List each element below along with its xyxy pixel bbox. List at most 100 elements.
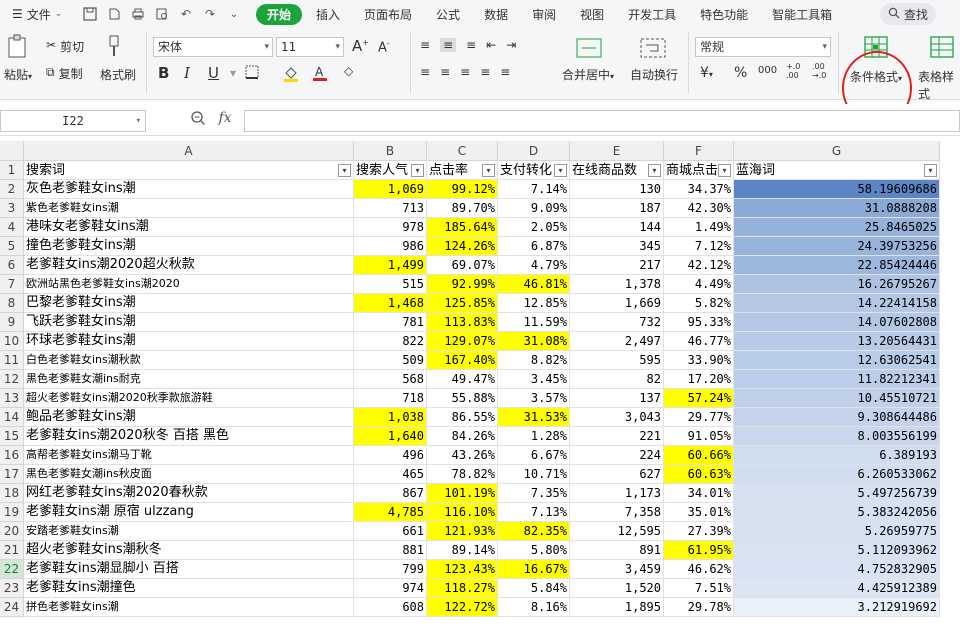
row-header[interactable]: 15: [0, 427, 24, 446]
data-cell[interactable]: 9.308644486: [734, 408, 940, 427]
align-left-icon[interactable]: ≡: [420, 65, 430, 79]
data-cell[interactable]: 224: [570, 446, 664, 465]
search-term-cell[interactable]: 飞跃老爹鞋女ins潮: [24, 313, 354, 332]
data-cell[interactable]: 881: [354, 541, 427, 560]
search-term-cell[interactable]: 安踏老爹鞋女ins潮: [24, 522, 354, 541]
export-icon[interactable]: [106, 6, 122, 22]
percent-button[interactable]: %: [734, 65, 747, 81]
data-cell[interactable]: 3.45%: [498, 370, 570, 389]
wrap-text-icon[interactable]: [640, 36, 666, 63]
data-cell[interactable]: 595: [570, 351, 664, 370]
tab-view[interactable]: 视图: [570, 4, 614, 25]
row-header[interactable]: 6: [0, 256, 24, 275]
data-cell[interactable]: 6.87%: [498, 237, 570, 256]
print-preview-icon[interactable]: [154, 6, 170, 22]
bold-button[interactable]: B: [158, 64, 169, 82]
filter-dropdown-icon[interactable]: ▾: [718, 164, 731, 177]
data-cell[interactable]: 608: [354, 598, 427, 617]
increase-font-icon[interactable]: A+: [352, 37, 369, 55]
data-cell[interactable]: 1,038: [354, 408, 427, 427]
header-cell[interactable]: 在线商品数 ▾: [570, 161, 664, 180]
data-cell[interactable]: 43.26%: [427, 446, 498, 465]
undo-icon[interactable]: ↶: [178, 6, 194, 22]
data-cell[interactable]: 144: [570, 218, 664, 237]
data-cell[interactable]: 116.10%: [427, 503, 498, 522]
tab-smart-toolbox[interactable]: 智能工具箱: [762, 4, 842, 25]
file-menu[interactable]: ☰ 文件 ⌄: [0, 6, 78, 23]
data-cell[interactable]: 14.07602808: [734, 313, 940, 332]
data-cell[interactable]: 46.77%: [664, 332, 734, 351]
format-painter-label[interactable]: 格式刷: [100, 66, 136, 83]
data-cell[interactable]: 1.28%: [498, 427, 570, 446]
paste-button[interactable]: [6, 34, 30, 63]
row-header[interactable]: 4: [0, 218, 24, 237]
wrap-text-button[interactable]: 自动换行: [630, 66, 678, 83]
data-cell[interactable]: 496: [354, 446, 427, 465]
data-cell[interactable]: 130: [570, 180, 664, 199]
search-term-cell[interactable]: 超火老爹鞋女ins潮秋冬: [24, 541, 354, 560]
row-header[interactable]: 9: [0, 313, 24, 332]
data-cell[interactable]: 1,895: [570, 598, 664, 617]
row-header[interactable]: 24: [0, 598, 24, 617]
data-cell[interactable]: 124.26%: [427, 237, 498, 256]
insert-function-button[interactable]: fx: [218, 110, 231, 126]
row-header[interactable]: 3: [0, 199, 24, 218]
thousands-separator-button[interactable]: 000: [758, 65, 777, 76]
data-cell[interactable]: 82.35%: [498, 522, 570, 541]
data-cell[interactable]: 99.12%: [427, 180, 498, 199]
data-cell[interactable]: 986: [354, 237, 427, 256]
data-cell[interactable]: 34.01%: [664, 484, 734, 503]
data-cell[interactable]: 465: [354, 465, 427, 484]
header-cell[interactable]: 商城点击 ▾: [664, 161, 734, 180]
data-cell[interactable]: 25.8465025: [734, 218, 940, 237]
number-format-select[interactable]: 常规 ▾: [695, 37, 831, 57]
row-header[interactable]: 19: [0, 503, 24, 522]
search-term-cell[interactable]: 撞色老爹鞋女ins潮: [24, 237, 354, 256]
row-header[interactable]: 11: [0, 351, 24, 370]
data-cell[interactable]: 3.212919692: [734, 598, 940, 617]
align-right-icon[interactable]: ≡: [460, 65, 470, 79]
currency-button[interactable]: ¥▾: [700, 65, 713, 81]
data-cell[interactable]: 1.49%: [664, 218, 734, 237]
data-cell[interactable]: 29.77%: [664, 408, 734, 427]
data-cell[interactable]: 89.14%: [427, 541, 498, 560]
data-cell[interactable]: 185.64%: [427, 218, 498, 237]
search-term-cell[interactable]: 超火老爹鞋女ins潮2020秋季款旅游鞋: [24, 389, 354, 408]
data-cell[interactable]: 122.72%: [427, 598, 498, 617]
data-cell[interactable]: 799: [354, 560, 427, 579]
data-cell[interactable]: 89.70%: [427, 199, 498, 218]
data-cell[interactable]: 27.39%: [664, 522, 734, 541]
data-cell[interactable]: 31.53%: [498, 408, 570, 427]
data-cell[interactable]: 46.81%: [498, 275, 570, 294]
data-cell[interactable]: 5.383242056: [734, 503, 940, 522]
data-cell[interactable]: 718: [354, 389, 427, 408]
align-bottom-icon[interactable]: ≡: [466, 38, 476, 52]
search-term-cell[interactable]: 老爹鞋女ins潮2020超火秋款: [24, 256, 354, 275]
row-header[interactable]: 16: [0, 446, 24, 465]
copy-button[interactable]: ⧉ 复制: [46, 65, 83, 82]
font-name-select[interactable]: 宋体 ▾: [153, 37, 273, 57]
tab-features[interactable]: 特色功能: [690, 4, 758, 25]
increase-indent-icon[interactable]: ⇥: [506, 38, 516, 52]
data-cell[interactable]: 123.43%: [427, 560, 498, 579]
filter-dropdown-icon[interactable]: ▾: [924, 164, 937, 177]
underline-dropdown-icon[interactable]: ▾: [230, 66, 236, 80]
data-cell[interactable]: 35.01%: [664, 503, 734, 522]
data-cell[interactable]: 1,468: [354, 294, 427, 313]
data-cell[interactable]: 7.51%: [664, 579, 734, 598]
data-cell[interactable]: 4.79%: [498, 256, 570, 275]
data-cell[interactable]: 22.85424446: [734, 256, 940, 275]
data-cell[interactable]: 61.95%: [664, 541, 734, 560]
data-cell[interactable]: 661: [354, 522, 427, 541]
data-cell[interactable]: 5.80%: [498, 541, 570, 560]
data-cell[interactable]: 125.85%: [427, 294, 498, 313]
data-cell[interactable]: 69.07%: [427, 256, 498, 275]
row-header[interactable]: 18: [0, 484, 24, 503]
cut-button[interactable]: ✂ 剪切: [46, 38, 84, 55]
data-cell[interactable]: 13.20564431: [734, 332, 940, 351]
column-header-a[interactable]: A: [24, 141, 354, 161]
redo-icon[interactable]: ↷: [202, 6, 218, 22]
data-cell[interactable]: 568: [354, 370, 427, 389]
data-cell[interactable]: 42.12%: [664, 256, 734, 275]
data-cell[interactable]: 7,358: [570, 503, 664, 522]
